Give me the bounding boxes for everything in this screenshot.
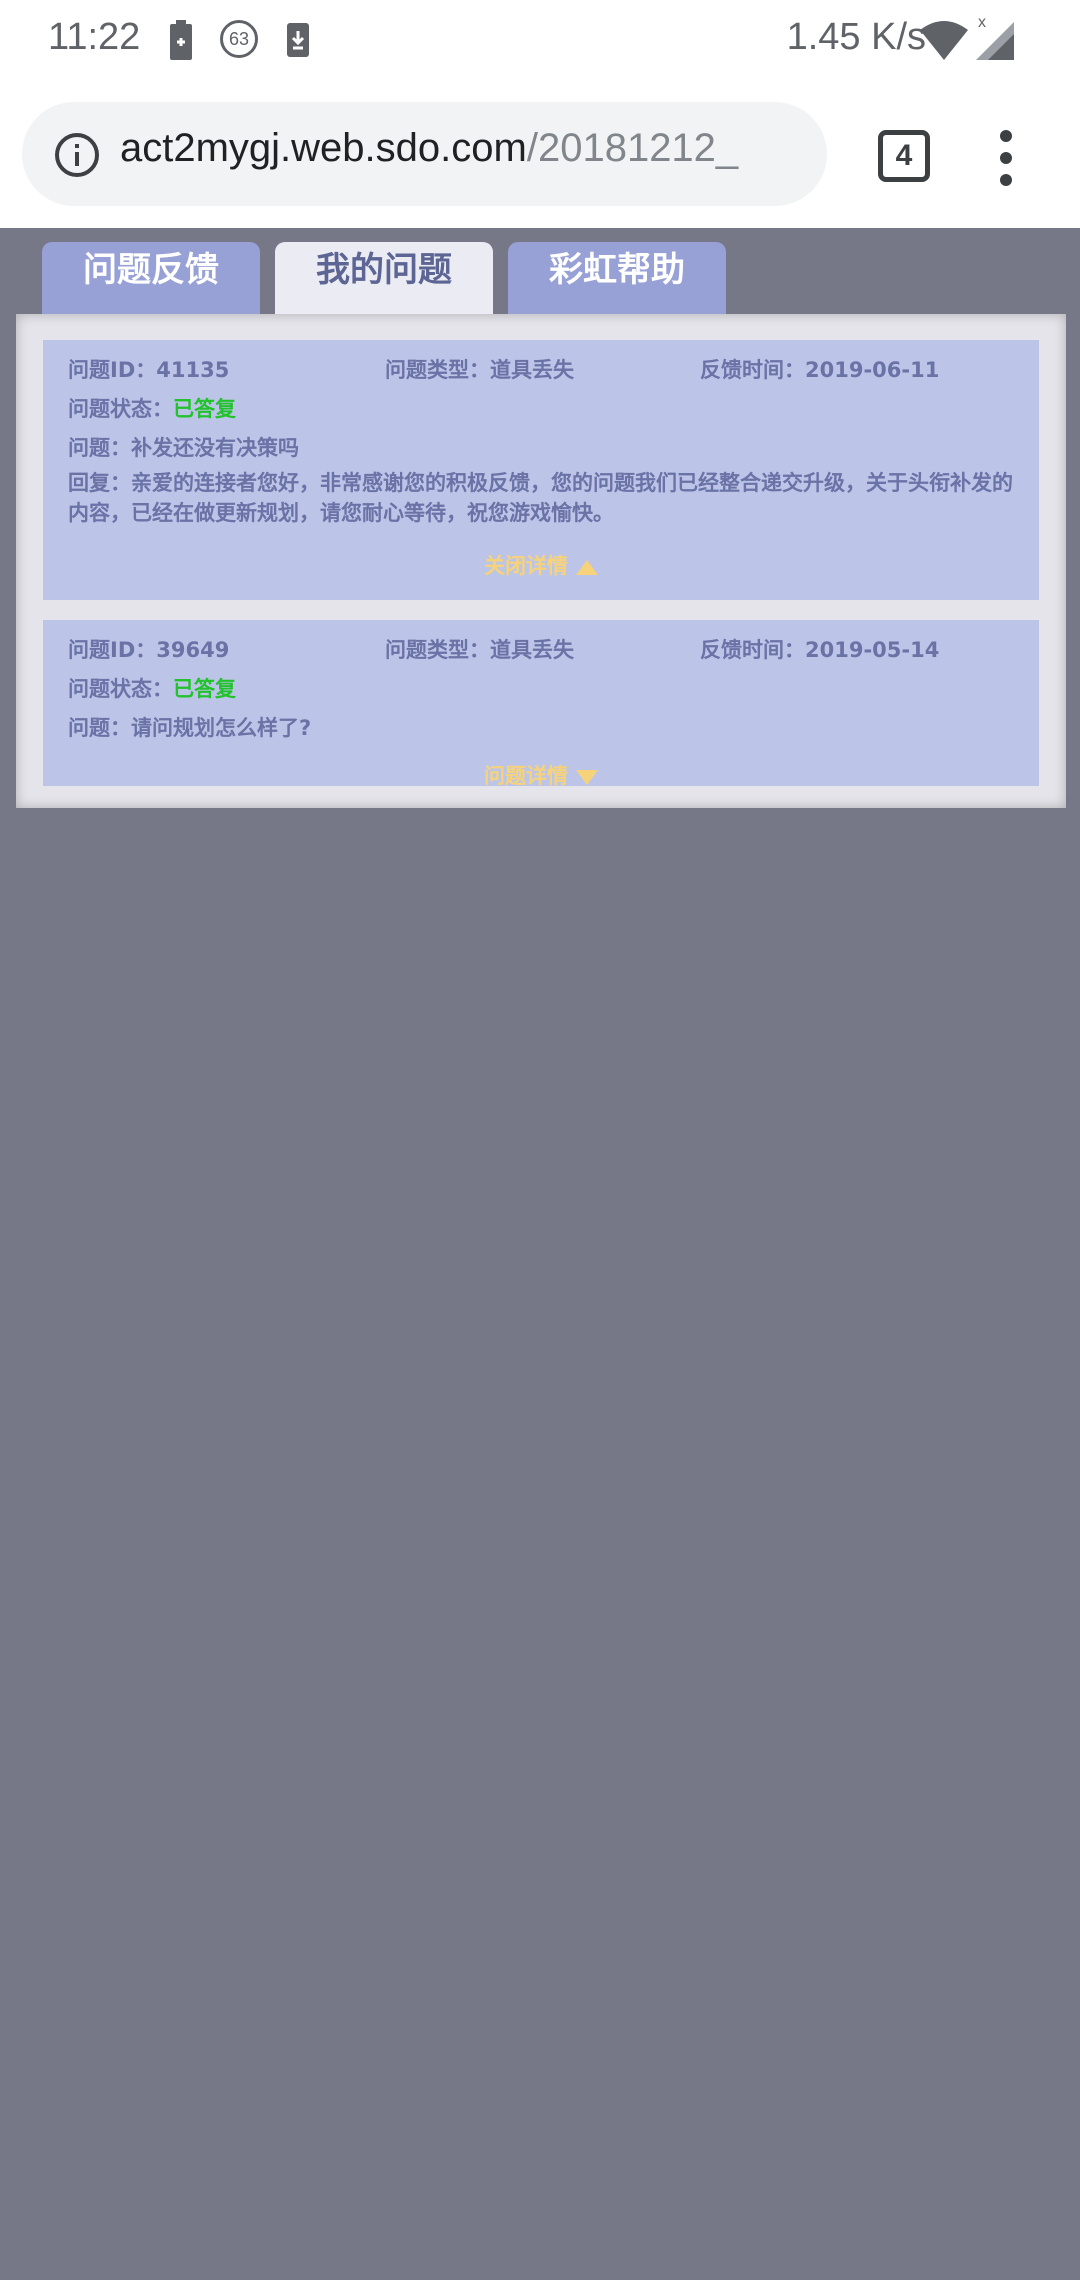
status-time: 11:22	[48, 16, 141, 58]
question-type: 问题类型：道具丢失	[385, 638, 574, 662]
feedback-time: 反馈时间：2019-05-14	[700, 638, 940, 662]
url-host: act2mygj.web.sdo.com	[120, 126, 527, 170]
triangle-up-icon	[576, 559, 598, 575]
cell-signal-icon	[976, 22, 1014, 60]
network-speed: 1.45 K/s	[786, 16, 926, 58]
question-text: 问题：请问规划怎么样了?	[68, 716, 312, 740]
info-icon[interactable]	[54, 132, 100, 178]
reply-text: 回复：亲爱的连接者您好，非常感谢您的积极反馈，您的问题我们已经整合递交升级，关于…	[68, 471, 1013, 525]
status-label: 问题状态：	[68, 397, 173, 421]
toggle-label: 关闭详情	[484, 554, 568, 578]
questions-panel: 问题ID：41135 问题类型：道具丢失 反馈时间：2019-06-11 问题状…	[16, 314, 1066, 808]
wifi-icon	[920, 21, 968, 60]
tab-rainbow-help[interactable]: 彩虹帮助	[508, 242, 726, 314]
question-card: 问题ID：41135 问题类型：道具丢失 反馈时间：2019-06-11 问题状…	[43, 340, 1039, 600]
question-card: 问题ID：39649 问题类型：道具丢失 反馈时间：2019-05-14 问题状…	[43, 620, 1039, 786]
tab-switcher-button[interactable]: 4	[878, 130, 930, 182]
overflow-menu-icon[interactable]	[996, 128, 1016, 188]
url-path: /20181212_	[526, 126, 739, 170]
question-type: 问题类型：道具丢失	[385, 358, 574, 382]
question-text: 问题：补发还没有决策吗	[68, 436, 299, 460]
question-status: 问题状态：已答复	[68, 673, 236, 703]
notification-badge-count: 63	[228, 29, 250, 49]
browser-toolbar: act2mygj.web.sdo.com/20181212_ 4	[0, 80, 1080, 228]
question-id: 问题ID：39649	[68, 638, 230, 662]
notification-badge-icon: 63	[220, 20, 258, 58]
battery-charging-icon	[170, 20, 192, 60]
status-label: 问题状态：	[68, 677, 173, 701]
question-status: 问题状态：已答复	[68, 393, 236, 423]
status-bar: 11:22 63 1.45 K/s x	[0, 0, 1080, 80]
address-bar[interactable]: act2mygj.web.sdo.com/20181212_	[22, 102, 827, 206]
question-id: 问题ID：41135	[68, 358, 230, 382]
feedback-time: 反馈时间：2019-06-11	[700, 358, 940, 382]
triangle-down-icon	[576, 769, 598, 785]
close-details-button[interactable]: 关闭详情	[43, 550, 1039, 580]
tab-my-questions[interactable]: 我的问题	[275, 242, 493, 314]
tab-count: 4	[895, 139, 913, 172]
status-value: 已答复	[173, 397, 236, 421]
show-details-button[interactable]: 问题详情	[43, 760, 1039, 786]
status-value: 已答复	[173, 677, 236, 701]
download-icon	[287, 23, 309, 57]
tab-feedback[interactable]: 问题反馈	[42, 242, 260, 314]
url-text[interactable]: act2mygj.web.sdo.com/20181212_	[120, 126, 820, 171]
toggle-label: 问题详情	[484, 764, 568, 786]
